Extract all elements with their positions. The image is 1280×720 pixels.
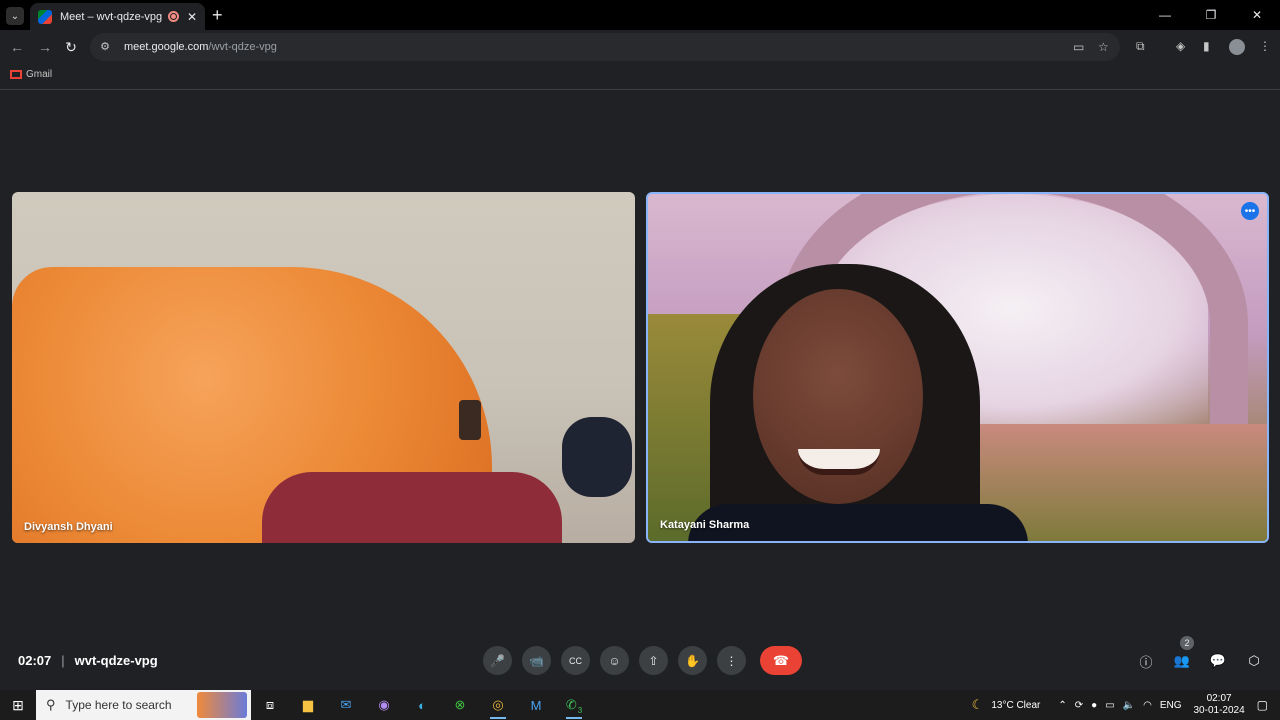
minimize-button[interactable]: — [1142, 0, 1188, 30]
file-explorer-icon[interactable]: ▆ [289, 690, 327, 720]
chat-button[interactable]: 💬 [1208, 651, 1228, 671]
mic-in-use-icon[interactable]: ● [1091, 700, 1097, 711]
search-highlight-image [197, 692, 247, 718]
gmail-icon [10, 70, 22, 79]
browser-toolbar: ← → ↻ ⚙ meet.google.com/wvt-qdze-vpg ▭ ☆… [0, 30, 1280, 64]
meet-stage: Divyansh Dhyani ••• Katayani Sharma 02:0… [0, 91, 1280, 690]
new-tab-button[interactable]: + [212, 5, 223, 26]
camera-button[interactable]: 📹 [522, 646, 551, 675]
weather-moon-icon[interactable]: ☾ [972, 697, 984, 713]
whatsapp-icon[interactable]: ✆ 3 [555, 690, 593, 720]
tab-search-icon[interactable]: ⌄ [6, 7, 24, 25]
clock-date: 30-01-2024 [1193, 705, 1245, 716]
forward-icon[interactable]: → [36, 38, 54, 56]
address-bar[interactable]: ⚙ meet.google.com/wvt-qdze-vpg ▭ ☆ [90, 33, 1120, 61]
weather-text[interactable]: 13°C Clear [991, 700, 1040, 711]
site-info-icon[interactable]: ⚙ [98, 40, 112, 54]
show-hidden-icons-icon[interactable]: ⌃ [1058, 700, 1066, 711]
mail-icon[interactable]: ✉ [327, 690, 365, 720]
present-button[interactable]: ⇧ [639, 646, 668, 675]
separator: | [61, 653, 65, 668]
taskbar-search[interactable]: ⚲ Type here to search [36, 690, 251, 720]
tab-meet[interactable]: Meet – wvt-qdze-vpg ✕ [30, 3, 205, 30]
windows-taskbar: ⊞ ⚲ Type here to search ⧈ ▆ ✉ ◉ ◐ ⊗ ◎ M … [0, 690, 1280, 720]
participant-name: Katayani Sharma [660, 519, 750, 531]
participant-name: Divyansh Dhyani [24, 521, 113, 533]
side-panel-icon[interactable]: ▮ [1203, 39, 1210, 53]
url-path: /wvt-qdze-vpg [208, 41, 277, 53]
mic-button[interactable]: 🎤 [483, 646, 512, 675]
people-button[interactable]: 👥 2 [1172, 636, 1194, 671]
video-feed-detail [262, 472, 562, 543]
tab-close-icon[interactable]: ✕ [187, 10, 197, 24]
people-icon: 👥 [1173, 653, 1191, 668]
meeting-info-bar: 02:07 | wvt-qdze-vpg [18, 653, 158, 668]
windows-start-icon[interactable]: ⊞ [0, 690, 36, 720]
chrome-menu-icon[interactable]: ⋮ [1259, 39, 1271, 53]
tab-title: Meet – wvt-qdze-vpg [60, 10, 163, 23]
meeting-details-button[interactable]: ⓘ [1136, 651, 1156, 671]
clock-time: 02:07 [1206, 693, 1232, 704]
whatsapp-badge: 3 [577, 705, 583, 715]
task-view-icon[interactable]: ⧈ [251, 690, 289, 720]
system-tray: ☾ 13°C Clear ⌃ ⟳ ● ▭ 🔈 ◠ ENG 02:07 30-01… [968, 690, 1280, 720]
reload-icon[interactable]: ↻ [62, 38, 80, 56]
network-icon[interactable]: ◠ [1143, 700, 1152, 711]
edge-icon[interactable]: ◐ [403, 690, 441, 720]
notifications-icon[interactable]: ▢ [1257, 698, 1268, 712]
activities-button[interactable]: ⬡ [1244, 651, 1264, 671]
browser-tabstrip: ⌄ Meet – wvt-qdze-vpg ✕ + — ❐ ✕ [0, 0, 1280, 30]
search-placeholder: Type here to search [65, 698, 172, 712]
whatsapp-glyph: ✆ [565, 697, 577, 712]
recording-indicator-icon [167, 11, 179, 22]
meeting-time: 02:07 [18, 653, 52, 668]
performance-icon[interactable]: ◈ [1176, 39, 1185, 53]
participant-count-badge: 2 [1180, 636, 1194, 650]
tray-apps-icon[interactable]: ⟳ [1075, 700, 1083, 711]
profile-avatar[interactable] [1229, 39, 1245, 55]
leave-call-button[interactable]: ☎ [760, 646, 802, 675]
back-icon[interactable]: ← [8, 38, 26, 56]
participant-tile-active-speaker[interactable]: ••• Katayani Sharma [646, 192, 1269, 543]
chrome-icon[interactable]: ◎ [479, 690, 517, 720]
bookmark-label: Gmail [26, 69, 53, 80]
emoji-button[interactable]: ☺ [600, 646, 629, 675]
tile-more-options-icon[interactable]: ••• [1241, 202, 1259, 220]
call-controls: 🎤 📹 CC ☺ ⇧ ✋ ⋮ ☎ [483, 646, 802, 675]
input-language[interactable]: ENG [1160, 700, 1182, 711]
volume-icon[interactable]: 🔈 [1123, 700, 1135, 711]
video-feed-detail [459, 400, 481, 440]
side-controls: ⓘ 👥 2 💬 ⬡ [1120, 636, 1264, 671]
xbox-icon[interactable]: ⊗ [441, 690, 479, 720]
raise-hand-button[interactable]: ✋ [678, 646, 707, 675]
malwarebytes-icon[interactable]: M [517, 690, 555, 720]
bookmark-star-icon[interactable]: ☆ [1098, 40, 1109, 54]
bookmark-gmail[interactable]: Gmail [10, 69, 52, 80]
window-controls: — ❐ ✕ [1142, 0, 1280, 30]
meeting-code: wvt-qdze-vpg [74, 653, 158, 668]
url-host: meet.google.com [124, 41, 209, 53]
video-feed-detail [562, 417, 632, 497]
close-window-button[interactable]: ✕ [1234, 0, 1280, 30]
camera-permission-icon[interactable]: ▭ [1073, 40, 1084, 54]
bookmarks-bar: Gmail [0, 64, 1280, 90]
video-feed [798, 449, 880, 475]
outlook-icon[interactable]: ◉ [365, 690, 403, 720]
captions-button[interactable]: CC [561, 646, 590, 675]
restore-button[interactable]: ❐ [1188, 0, 1234, 30]
extensions-icon[interactable]: ⧉ [1136, 39, 1145, 54]
clock[interactable]: 02:07 30-01-2024 [1194, 693, 1245, 717]
participant-tile[interactable]: Divyansh Dhyani [12, 192, 635, 543]
meet-favicon-icon [38, 9, 52, 24]
display-icon[interactable]: ▭ [1105, 700, 1114, 711]
more-options-button[interactable]: ⋮ [717, 646, 746, 675]
search-icon: ⚲ [46, 697, 56, 712]
